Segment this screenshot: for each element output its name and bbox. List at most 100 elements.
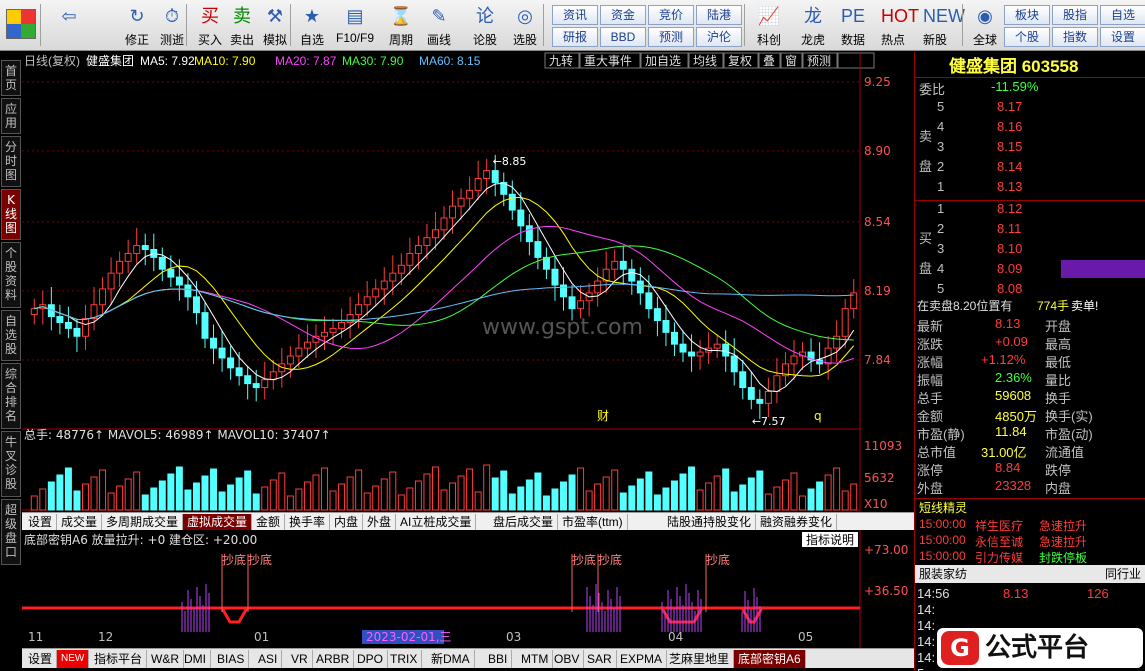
volume-tab-7[interactable]: 外盘 [363, 514, 397, 530]
chart-header-5: MA30: 7.90 [342, 54, 404, 68]
sell-level: 4 [937, 119, 945, 134]
toolbar-small-button[interactable]: 研报 [552, 27, 598, 47]
indicator-tab-4[interactable]: DMI [180, 650, 211, 668]
sci-button[interactable]: 📈 科创 [748, 2, 790, 48]
toolbar-small-button[interactable]: BBD [600, 27, 646, 47]
indicator-tab-5[interactable]: BIAS [213, 650, 250, 668]
candle-body [491, 170, 499, 183]
volume-tab-11[interactable]: 陆股通持股变化 [663, 514, 757, 530]
watchlist-button[interactable]: ★ 自选 [291, 2, 333, 48]
stat-label: 振幅 [917, 373, 944, 388]
indicator-tab-14[interactable]: OBV [550, 650, 585, 668]
hot-button[interactable]: HOT 热点 [872, 2, 919, 48]
chart-button-0[interactable]: 九转 [549, 53, 573, 68]
volume-tab-10[interactable]: 市盈率(ttm) [558, 514, 628, 530]
indicator-tab-11[interactable]: 新DMA [427, 650, 475, 668]
data-button[interactable]: PE 数据 [832, 2, 874, 48]
volume-bar [372, 485, 380, 511]
indicator-help-button[interactable]: 指标说明 [806, 532, 854, 547]
volume-tab-6[interactable]: 内盘 [330, 514, 364, 530]
chart-button-2[interactable]: 加自选 [645, 54, 681, 68]
stat-label-2: 换手(实) [1045, 409, 1093, 424]
volume-tab-1[interactable]: 成交量 [57, 514, 103, 530]
toolbar-small-button[interactable]: 设置 [1100, 27, 1145, 47]
chart-button-3[interactable]: 均线 [693, 54, 717, 68]
volume-tab-5[interactable]: 换手率 [285, 514, 331, 530]
chart-button-1[interactable]: 重大事件 [584, 54, 632, 68]
toolbar-small-button[interactable]: 股指 [1052, 5, 1098, 25]
toolbar-small-button[interactable]: 指数 [1052, 27, 1098, 47]
volume-bar [235, 477, 243, 511]
candle-body [534, 241, 542, 258]
chart-header-0: 日线(复权) [24, 54, 80, 68]
toolbar-small-button[interactable]: 预测 [648, 27, 694, 47]
toolbar-small-button[interactable]: 陆港 [696, 5, 742, 25]
candle-body [397, 264, 405, 274]
modify-icon: ↻ [129, 6, 145, 26]
candle-body [329, 327, 337, 333]
backtest-icon: ⏱ [164, 6, 180, 26]
chart-button-7[interactable]: 预测 [807, 54, 831, 68]
f10-button[interactable]: ▤ F10/F9 [334, 2, 376, 48]
left-tab-4[interactable]: 个股资料 [1, 242, 21, 308]
indicator-tab-16[interactable]: EXPMA [616, 650, 668, 668]
volume-bar [747, 477, 755, 511]
draw-button[interactable]: ✎ 画线 [418, 2, 460, 48]
toolbar-small-button[interactable]: 沪伦 [696, 27, 742, 47]
left-tab-7[interactable]: 牛叉诊股 [1, 431, 21, 497]
toolbar-small-button[interactable]: 资讯 [552, 5, 598, 25]
volume-tab-0[interactable]: 设置 [24, 514, 58, 530]
indicator-tab-8[interactable]: ARBR [312, 650, 355, 668]
indicator-tab-7[interactable]: VR [287, 650, 313, 668]
indicator-tab-15[interactable]: SAR [583, 650, 617, 668]
volume-tab-9[interactable]: 盘后成交量 [489, 514, 559, 530]
back-button[interactable]: ⇦ [48, 2, 90, 48]
toolbar-small-button[interactable]: 个股 [1004, 27, 1050, 47]
stock-button[interactable]: 论论股 [464, 2, 506, 48]
volume-tab-4[interactable]: 金额 [252, 514, 286, 530]
volume-tab-12[interactable]: 融资融券变化 [756, 514, 838, 530]
left-tab-1[interactable]: 应用 [1, 98, 21, 134]
toolbar-small-button[interactable]: 自选 [1100, 5, 1145, 25]
volume-bar [781, 479, 789, 511]
toolbar-small-button[interactable]: 资金 [600, 5, 646, 25]
chart-button-5[interactable]: 叠 [763, 54, 775, 68]
longhu-button[interactable]: 龙龙虎 [792, 2, 834, 48]
left-tab-6[interactable]: 综合排名 [1, 363, 21, 429]
volume-tab-3[interactable]: 虚拟成交量 [183, 514, 253, 530]
indicator-tab-13[interactable]: MTM [517, 650, 554, 668]
volume-tab-2[interactable]: 多周期成交量 [102, 514, 184, 530]
candle-body [525, 225, 533, 243]
indicator-tab-1[interactable]: NEW [57, 650, 90, 668]
global-button[interactable]: ◉ 全球 [964, 2, 1006, 48]
indicator-tab-0[interactable]: 设置 [24, 650, 58, 668]
simulate-icon: ⚒ [266, 6, 284, 26]
left-tab-0[interactable]: 首页 [1, 60, 21, 96]
toolbar-small-button[interactable]: 板块 [1004, 5, 1050, 25]
indicator-tab-6[interactable]: ASI [254, 650, 283, 668]
volume-bar [90, 476, 98, 511]
period-button[interactable]: ⌛ 周期 [380, 2, 422, 48]
indicator-tab-9[interactable]: DPO [353, 650, 389, 668]
indicator-tab-17[interactable]: 芝麻里地里 [665, 650, 735, 668]
select-button[interactable]: ◎ 选股 [504, 2, 546, 48]
indicator-tab-2[interactable]: 指标平台 [90, 650, 148, 668]
newstock-button[interactable]: NEW 新股 [914, 2, 965, 48]
indicator-tab-18[interactable]: 底部密钥A6 [734, 650, 806, 668]
indicator-tab-10[interactable]: TRIX [386, 650, 423, 668]
x-tick-5: 04 [668, 630, 683, 644]
chart-button-4[interactable]: 复权 [728, 54, 752, 68]
chart-button-6[interactable]: 窗 [785, 54, 797, 68]
left-tab-3[interactable]: K线图 [1, 189, 21, 240]
volume-bar [295, 488, 303, 511]
indicator-tab-3[interactable]: W&R [147, 650, 184, 668]
left-tab-2[interactable]: 分时图 [1, 136, 21, 187]
toolbar-small-button[interactable]: 竞价 [648, 5, 694, 25]
volume-bar [679, 473, 687, 511]
sell-price: 8.15 [997, 139, 1023, 154]
short-time: 15:00:00 [919, 517, 966, 531]
indicator-tab-12[interactable]: BBI [484, 650, 513, 668]
left-tab-5[interactable]: 自选股 [1, 310, 21, 361]
left-tab-8[interactable]: 超级盘口 [1, 499, 21, 565]
volume-tab-8[interactable]: AI立桩成交量 [396, 514, 477, 530]
